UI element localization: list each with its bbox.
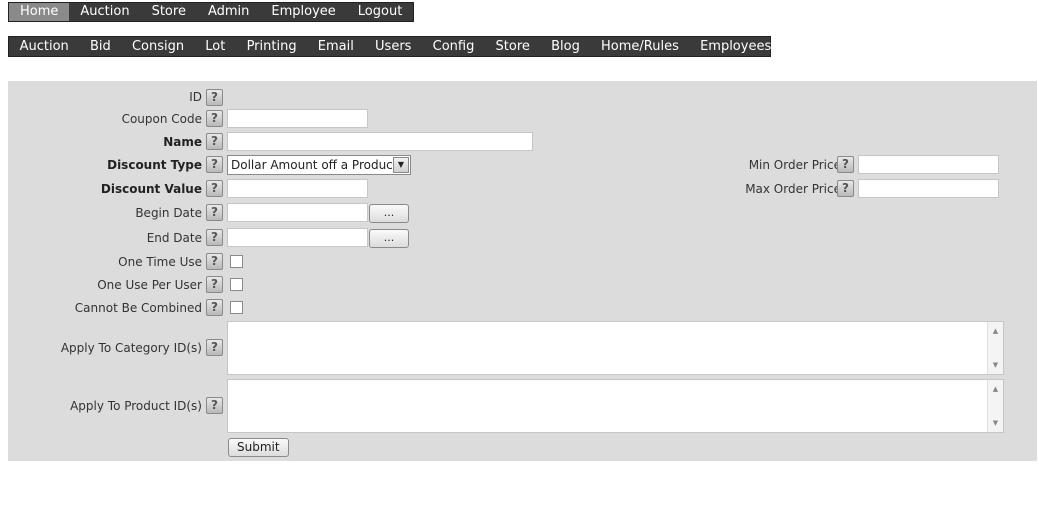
cannot-be-combined-label: Cannot Be Combined [74,301,202,315]
max-order-price-label: Max Order Price [745,182,841,196]
one-use-per-user-label: One Use Per User [97,278,202,292]
sub-nav-home-rules[interactable]: Home/Rules [590,37,689,56]
one-use-per-user-checkbox[interactable] [230,278,243,291]
top-nav-logout[interactable]: Logout [347,3,414,21]
sub-nav-config[interactable]: Config [422,37,485,56]
cannot-be-combined-checkbox[interactable] [230,301,243,314]
apply-category-textarea[interactable]: ▲ ▼ [227,321,1004,375]
sub-nav-auction[interactable]: Auction [9,37,79,56]
help-icon[interactable]: ? [206,133,223,150]
help-icon[interactable]: ? [206,276,223,293]
discount-type-label: Discount Type [107,158,202,172]
begin-date-label: Begin Date [135,206,202,220]
chevron-down-icon: ▼ [393,157,409,173]
sub-nav-store[interactable]: Store [485,37,541,56]
end-date-picker-button[interactable]: ... [369,229,409,248]
discount-type-selected: Dollar Amount off a Product [231,158,398,172]
submit-button[interactable]: Submit [228,438,289,457]
id-label: ID [189,90,202,104]
coupon-form: ID ? Coupon Code ? Name ? Discount Type … [8,81,1037,461]
name-input[interactable] [227,132,533,151]
top-nav-auction[interactable]: Auction [69,3,140,21]
help-icon[interactable]: ? [206,110,223,127]
help-icon[interactable]: ? [206,299,223,316]
scrollbar[interactable]: ▲ ▼ [987,380,1003,432]
apply-category-label: Apply To Category ID(s) [60,341,202,355]
scroll-down-icon[interactable]: ▼ [988,358,1003,372]
help-icon[interactable]: ? [206,89,223,106]
sub-nav-printing[interactable]: Printing [236,37,307,56]
top-nav-home[interactable]: Home [9,3,70,21]
help-icon[interactable]: ? [206,180,223,197]
one-time-use-checkbox[interactable] [230,255,243,268]
end-date-input[interactable] [227,228,368,247]
sub-nav-blog[interactable]: Blog [541,37,591,56]
apply-product-label: Apply To Product ID(s) [70,399,202,413]
end-date-label: End Date [146,231,202,245]
top-nav-admin[interactable]: Admin [197,3,260,21]
one-time-use-label: One Time Use [118,255,202,269]
discount-value-input[interactable] [227,179,368,198]
help-icon[interactable]: ? [206,204,223,221]
begin-date-picker-button[interactable]: ... [369,204,409,223]
min-order-price-label: Min Order Price [748,158,841,172]
sub-nav: Auction Bid Consign Lot Printing Email U… [8,36,771,57]
help-icon[interactable]: ? [206,156,223,173]
begin-date-input[interactable] [227,203,368,222]
name-label: Name [163,135,202,149]
scroll-up-icon[interactable]: ▲ [988,382,1003,396]
max-order-price-input[interactable] [858,179,999,198]
apply-product-textarea[interactable]: ▲ ▼ [227,379,1004,433]
scrollbar[interactable]: ▲ ▼ [987,322,1003,374]
help-icon[interactable]: ? [206,229,223,246]
top-nav: Home Auction Store Admin Employee Logout [8,2,415,22]
help-icon[interactable]: ? [206,339,223,356]
discount-value-label: Discount Value [100,182,202,196]
sub-nav-employees[interactable]: Employees [689,37,781,56]
top-nav-store[interactable]: Store [141,3,197,21]
help-icon[interactable]: ? [837,156,854,173]
coupon-code-label: Coupon Code [121,112,202,126]
sub-nav-email[interactable]: Email [307,37,364,56]
sub-nav-bid[interactable]: Bid [79,37,121,56]
help-icon[interactable]: ? [837,180,854,197]
scroll-down-icon[interactable]: ▼ [988,416,1003,430]
sub-nav-lot[interactable]: Lot [195,37,236,56]
scroll-up-icon[interactable]: ▲ [988,324,1003,338]
top-nav-employee[interactable]: Employee [260,3,346,21]
min-order-price-input[interactable] [858,155,999,174]
discount-type-select[interactable]: Dollar Amount off a Product ▼ [227,155,411,175]
coupon-code-input[interactable] [227,109,368,128]
sub-nav-users[interactable]: Users [364,37,422,56]
sub-nav-consign[interactable]: Consign [121,37,194,56]
help-icon[interactable]: ? [206,253,223,270]
help-icon[interactable]: ? [206,397,223,414]
